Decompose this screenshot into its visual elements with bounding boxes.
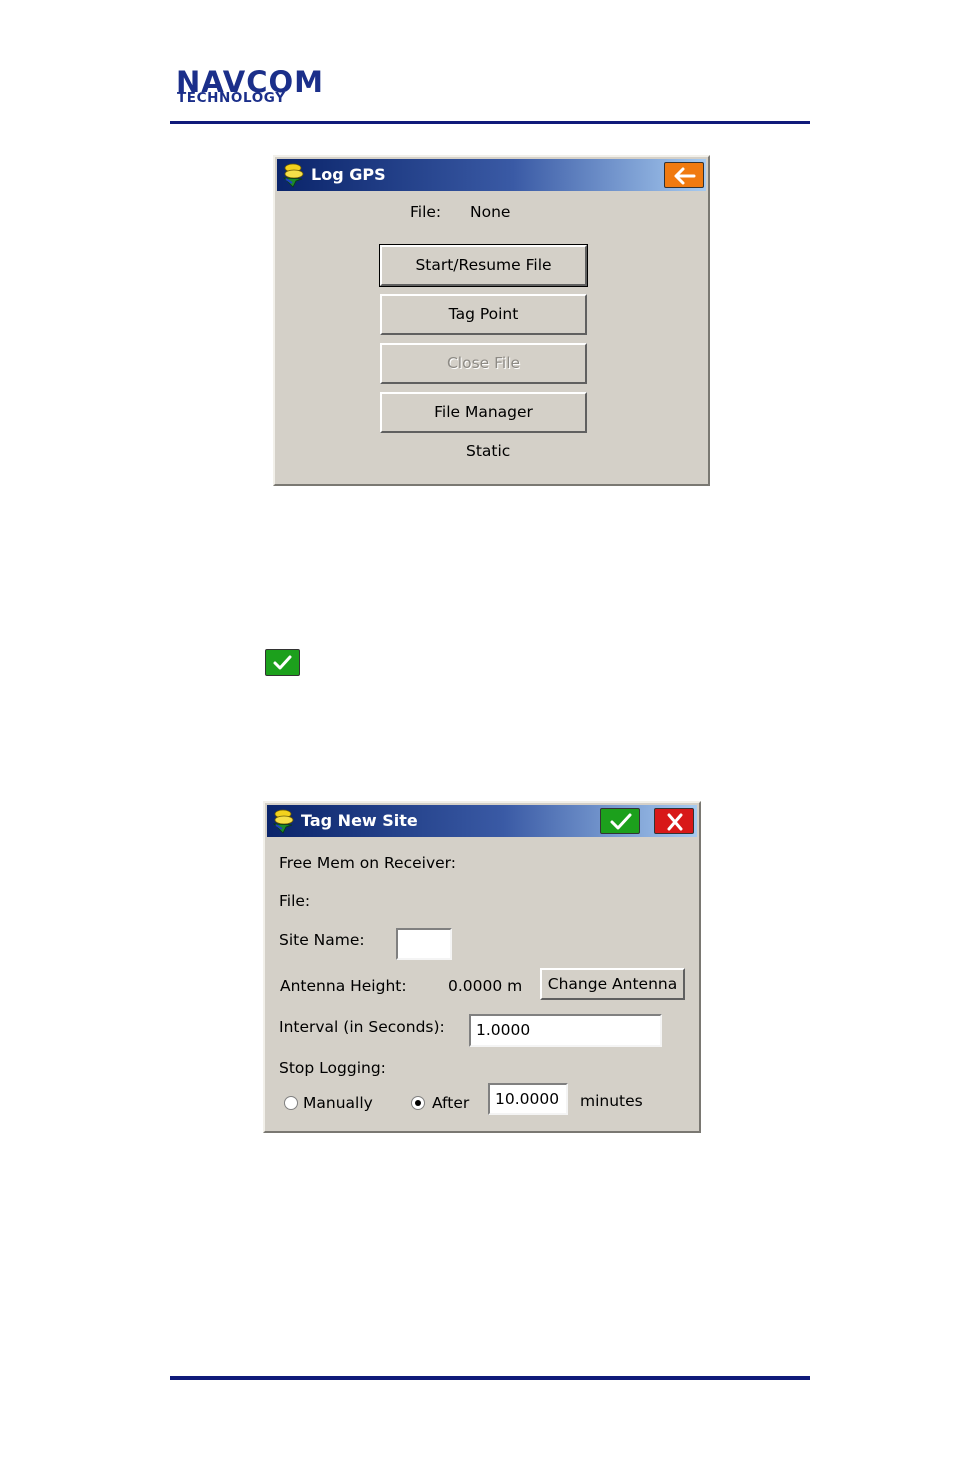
radio-selected-dot (415, 1100, 421, 1106)
change-antenna-button[interactable]: Change Antenna (540, 968, 685, 1000)
after-label: After (432, 1094, 470, 1112)
stop-logging-label: Stop Logging: (279, 1059, 386, 1077)
footer-rule (170, 1376, 810, 1380)
logo-line2: TECHNOLOGY (177, 90, 286, 106)
after-radio[interactable] (411, 1096, 425, 1110)
file-label: File: (410, 203, 442, 221)
file-value: None (470, 203, 511, 221)
inline-checkmark-icon (265, 649, 300, 676)
free-mem-label: Free Mem on Receiver: (279, 854, 456, 872)
minutes-label: minutes (580, 1092, 643, 1110)
left-arrow-icon (674, 167, 696, 185)
tag-new-site-title: Tag New Site (301, 811, 418, 830)
file-label: File: (279, 892, 311, 910)
interval-label: Interval (in Seconds): (279, 1018, 445, 1036)
checkmark-icon (610, 813, 632, 830)
antenna-height-label: Antenna Height: (280, 977, 407, 995)
log-gps-titlebar: Log GPS (277, 159, 706, 191)
checkmark-icon (273, 655, 292, 670)
log-gps-title: Log GPS (311, 165, 386, 184)
site-name-input[interactable] (396, 928, 452, 960)
ok-button[interactable] (600, 808, 640, 834)
satellite-app-icon (272, 809, 294, 834)
navcom-logo: NAVCOM TECHNOLOGY (176, 68, 362, 108)
start-resume-file-button[interactable]: Start/Resume File (379, 244, 588, 287)
close-file-button[interactable]: Close File (380, 343, 587, 384)
tag-new-site-titlebar: Tag New Site (267, 805, 697, 837)
close-icon (667, 813, 683, 831)
satellite-app-icon (282, 163, 304, 188)
logging-mode-label: Static (466, 442, 511, 460)
back-button[interactable] (664, 162, 704, 188)
antenna-height-value: 0.0000 m (448, 977, 523, 995)
log-gps-dialog: Log GPS File: None Start/Resume File Tag… (273, 155, 710, 486)
manually-label: Manually (303, 1094, 373, 1112)
tag-point-button[interactable]: Tag Point (380, 294, 587, 335)
site-name-label: Site Name: (279, 931, 365, 949)
file-manager-button[interactable]: File Manager (380, 392, 587, 433)
cancel-button[interactable] (654, 808, 694, 834)
tag-new-site-dialog: Tag New Site Free Mem on Receiver: File:… (263, 801, 701, 1133)
interval-input[interactable]: 1.0000 (469, 1014, 662, 1047)
header-rule (170, 121, 810, 124)
manually-radio[interactable] (284, 1096, 298, 1110)
after-minutes-input[interactable]: 10.0000 (488, 1083, 568, 1115)
